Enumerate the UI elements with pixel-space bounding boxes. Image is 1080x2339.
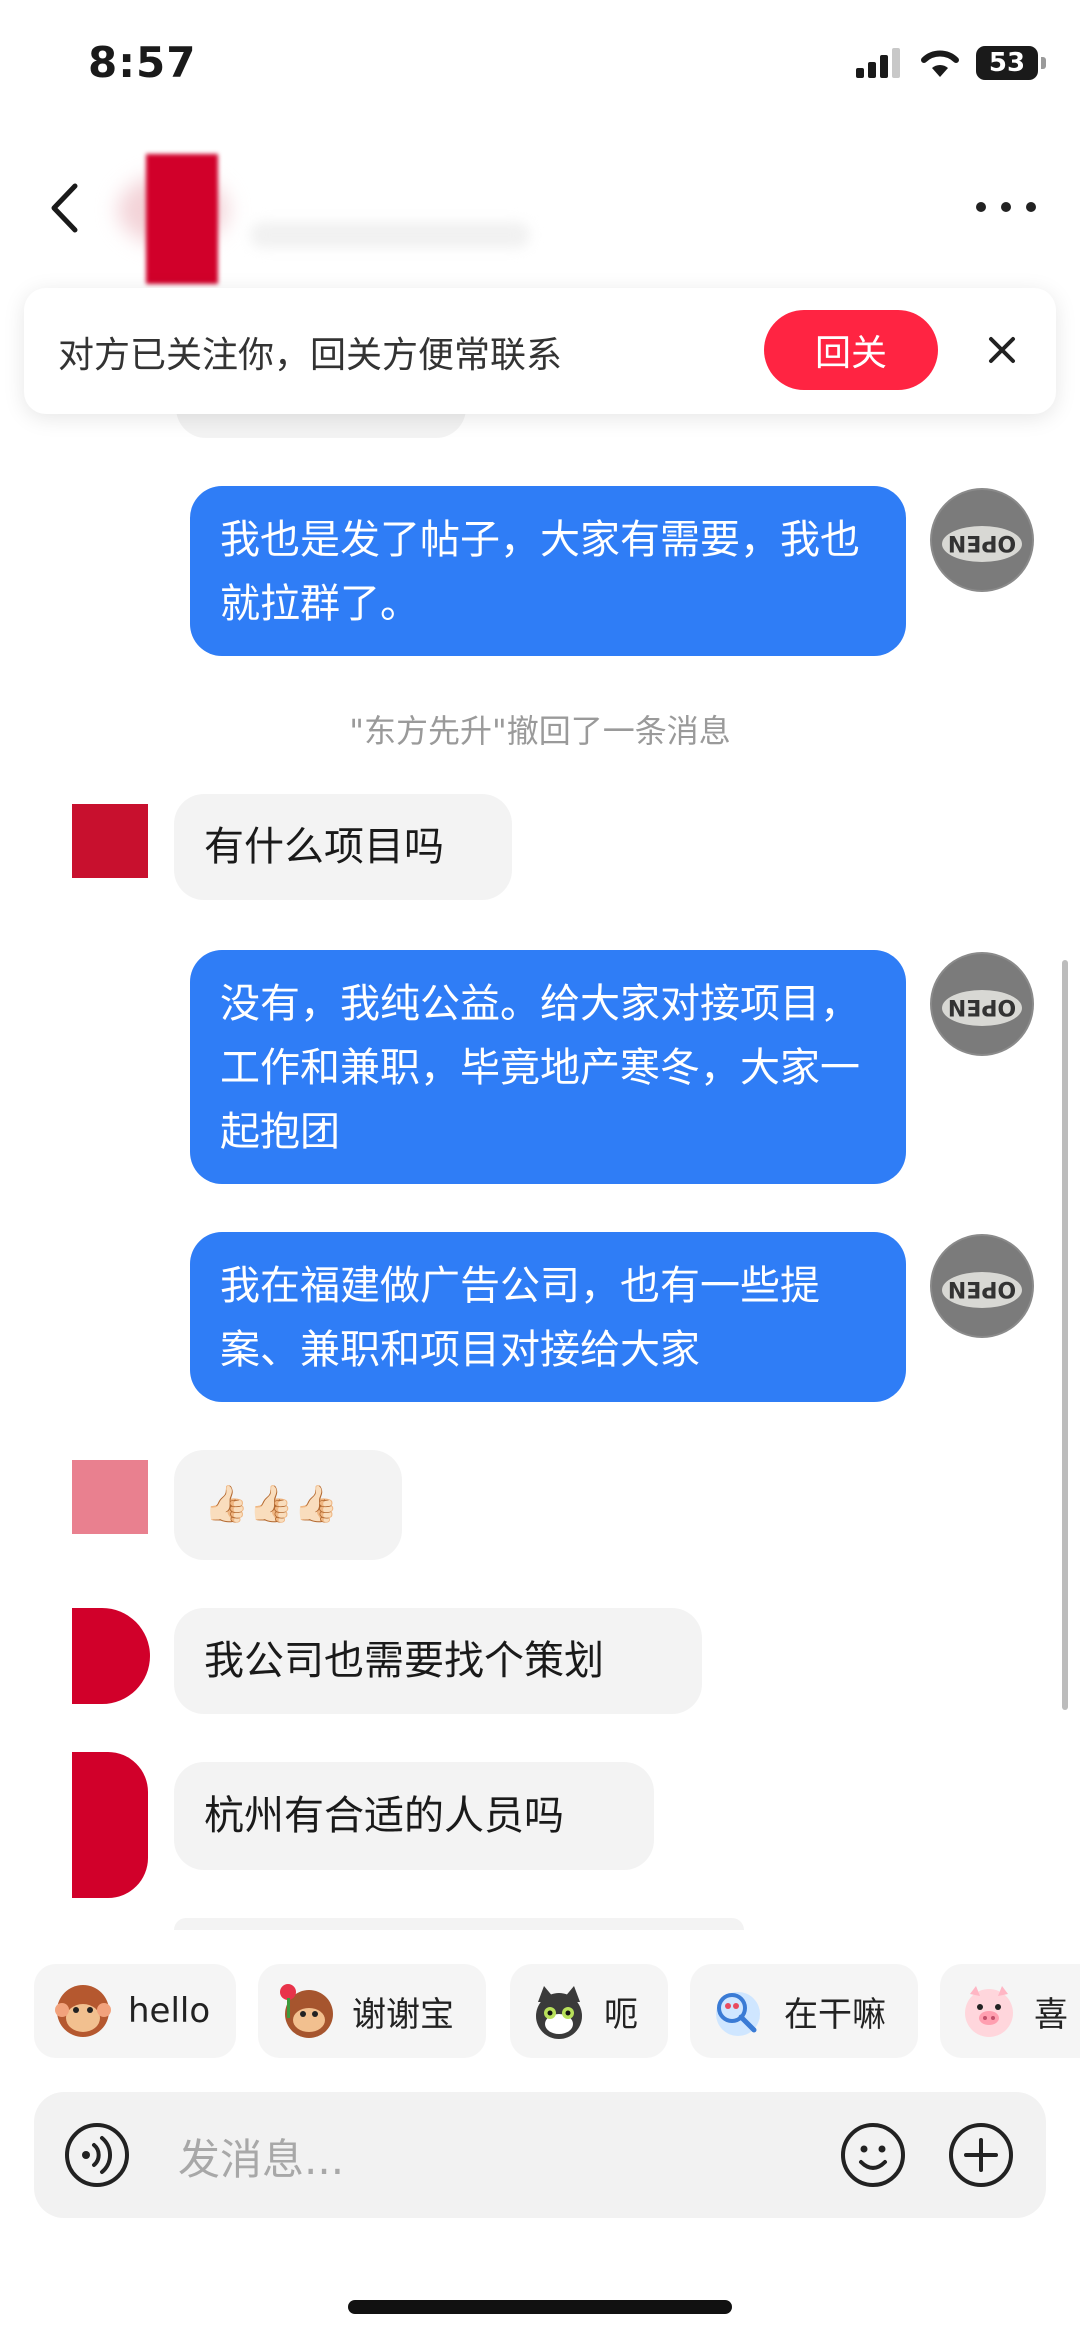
home-indicator[interactable] [348,2300,732,2314]
my-avatar[interactable]: OPEN [930,1234,1034,1338]
more-dot-icon [1001,202,1011,212]
svg-text:OPEN: OPEN [948,1276,1016,1301]
svg-text:OPEN: OPEN [948,994,1016,1019]
contact-avatar-small[interactable] [72,1460,148,1534]
message-input-bar: 发消息... [34,2092,1046,2218]
cat-icon [530,1982,588,2040]
svg-text:OPEN: OPEN [948,530,1016,555]
my-avatar[interactable]: OPEN [930,488,1034,592]
more-dot-icon [1026,202,1036,212]
quick-reply-bar: hello 谢谢宝 呃 在干嘛 喜 [0,1964,1080,2064]
emoji-button[interactable] [840,2122,906,2188]
message-bubble-received[interactable]: 有什么项目吗 [174,794,512,900]
follow-back-banner: 对方已关注你，回关方便常联系 回关 [24,288,1056,414]
quick-reply-chip[interactable]: 在干嘛 [690,1964,918,2058]
quick-reply-label: hello [128,1991,211,2031]
contact-avatar-small[interactable] [72,1752,148,1898]
open-cap-avatar-icon: OPEN [930,1234,1034,1338]
message-bubble-sent[interactable]: 我在福建做广告公司，也有一些提案、兼职和项目对接给大家 [190,1232,906,1402]
quick-reply-chip[interactable]: 喜 [940,1964,1080,2058]
quick-reply-chip[interactable]: hello [34,1964,236,2058]
contact-avatar-small[interactable] [72,1608,150,1704]
chat-header [0,130,1080,284]
more-dot-icon [976,202,986,212]
open-cap-avatar-icon: OPEN [930,488,1034,592]
open-cap-avatar-icon: OPEN [930,952,1034,1056]
message-bubble-received[interactable]: 👍🏻👍🏻👍🏻 [174,1450,402,1560]
message-bubble-sent[interactable]: 没有，我纯公益。给大家对接项目，工作和兼职，毕竟地产寒冬，大家一起抱团 [190,950,906,1184]
pig-icon [960,1982,1018,2040]
contact-avatar[interactable] [118,146,228,286]
my-avatar[interactable]: OPEN [930,952,1034,1056]
follow-back-button[interactable]: 回关 [764,310,938,390]
quick-reply-chip[interactable]: 呃 [510,1964,668,2058]
voice-icon [65,2123,129,2187]
recalled-message-note: "东方先升"撤回了一条消息 [349,712,731,750]
quick-reply-chip[interactable]: 谢谢宝 [258,1964,486,2058]
quick-reply-label: 呃 [604,1994,638,2035]
magnifier-character-icon [710,1982,768,2040]
status-icons: 53 [856,46,1046,80]
status-time: 8:57 [88,38,197,87]
more-actions-button[interactable] [948,2122,1014,2188]
quick-reply-label: 喜 [1034,1994,1068,2035]
follow-banner-text: 对方已关注你，回关方便常联系 [58,335,563,376]
smiley-icon [841,2123,905,2187]
quick-reply-label: 谢谢宝 [352,1994,454,2035]
voice-input-button[interactable] [64,2122,130,2188]
partial-message-bubble [174,1918,744,1930]
message-input[interactable]: 发消息... [178,2126,344,2187]
back-button[interactable] [40,178,88,238]
quick-reply-label: 在干嘛 [784,1994,886,2035]
monkey-icon [54,1982,112,2040]
contact-name-blurred [250,222,530,248]
scrollbar[interactable] [1062,960,1068,1710]
more-options-button[interactable] [976,192,1036,222]
cellular-signal-icon [856,48,900,78]
contact-avatar-small[interactable] [72,804,148,878]
status-bar: 8:57 53 [0,0,1080,130]
battery-icon: 53 [976,46,1046,80]
close-icon [989,337,1015,363]
message-bubble-received[interactable]: 我公司也需要找个策划 [174,1608,702,1714]
message-bubble-sent[interactable]: 我也是发了帖子，大家有需要，我也就拉群了。 [190,486,906,656]
rose-monkey-icon [278,1982,336,2040]
plus-icon [949,2123,1013,2187]
chevron-left-icon [51,183,78,233]
close-banner-button[interactable] [978,326,1026,374]
message-bubble-received[interactable]: 杭州有合适的人员吗 [174,1762,654,1870]
wifi-icon [921,50,959,77]
